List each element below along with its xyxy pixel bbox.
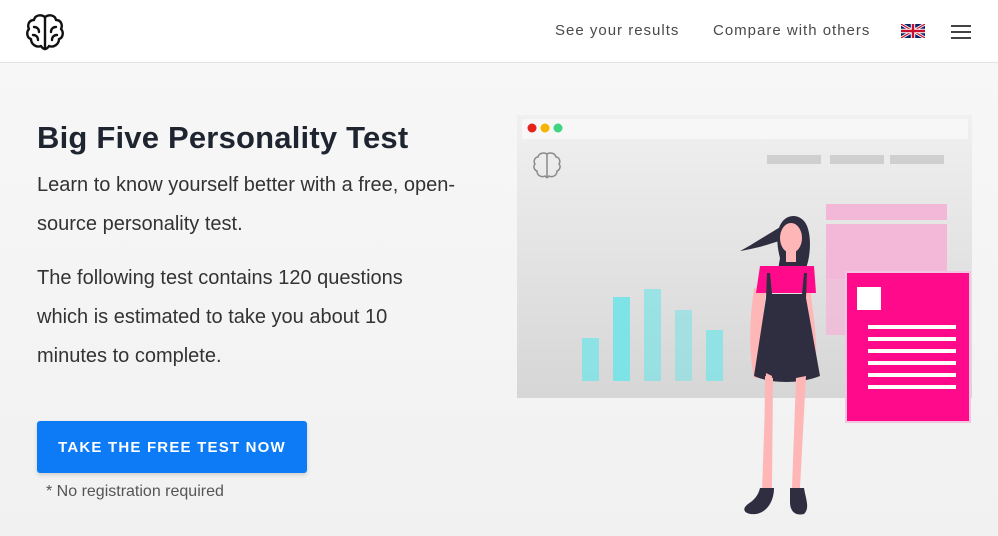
window-maximize-dot xyxy=(553,123,563,133)
brain-icon[interactable] xyxy=(24,11,66,53)
hero-lead-text: Learn to know yourself better with a fre… xyxy=(37,174,456,235)
page-title: Big Five Personality Test xyxy=(37,120,409,155)
no-registration-note: * No registration required xyxy=(46,483,224,500)
hero-illustration xyxy=(517,115,972,515)
take-test-button[interactable]: TAKE THE FREE TEST NOW xyxy=(37,421,307,473)
compare-link[interactable]: Compare with others xyxy=(713,22,870,39)
uk-flag-icon[interactable] xyxy=(901,24,925,38)
top-navigation-bar: See your results Compare with others xyxy=(0,0,998,63)
window-minimize-dot xyxy=(540,123,550,133)
see-results-link[interactable]: See your results xyxy=(555,22,679,39)
hero-description-text: The following test contains 120 question… xyxy=(37,267,403,367)
window-close-dot xyxy=(527,123,537,133)
hamburger-menu-icon[interactable] xyxy=(951,24,971,40)
document-card-graphic xyxy=(845,271,971,423)
